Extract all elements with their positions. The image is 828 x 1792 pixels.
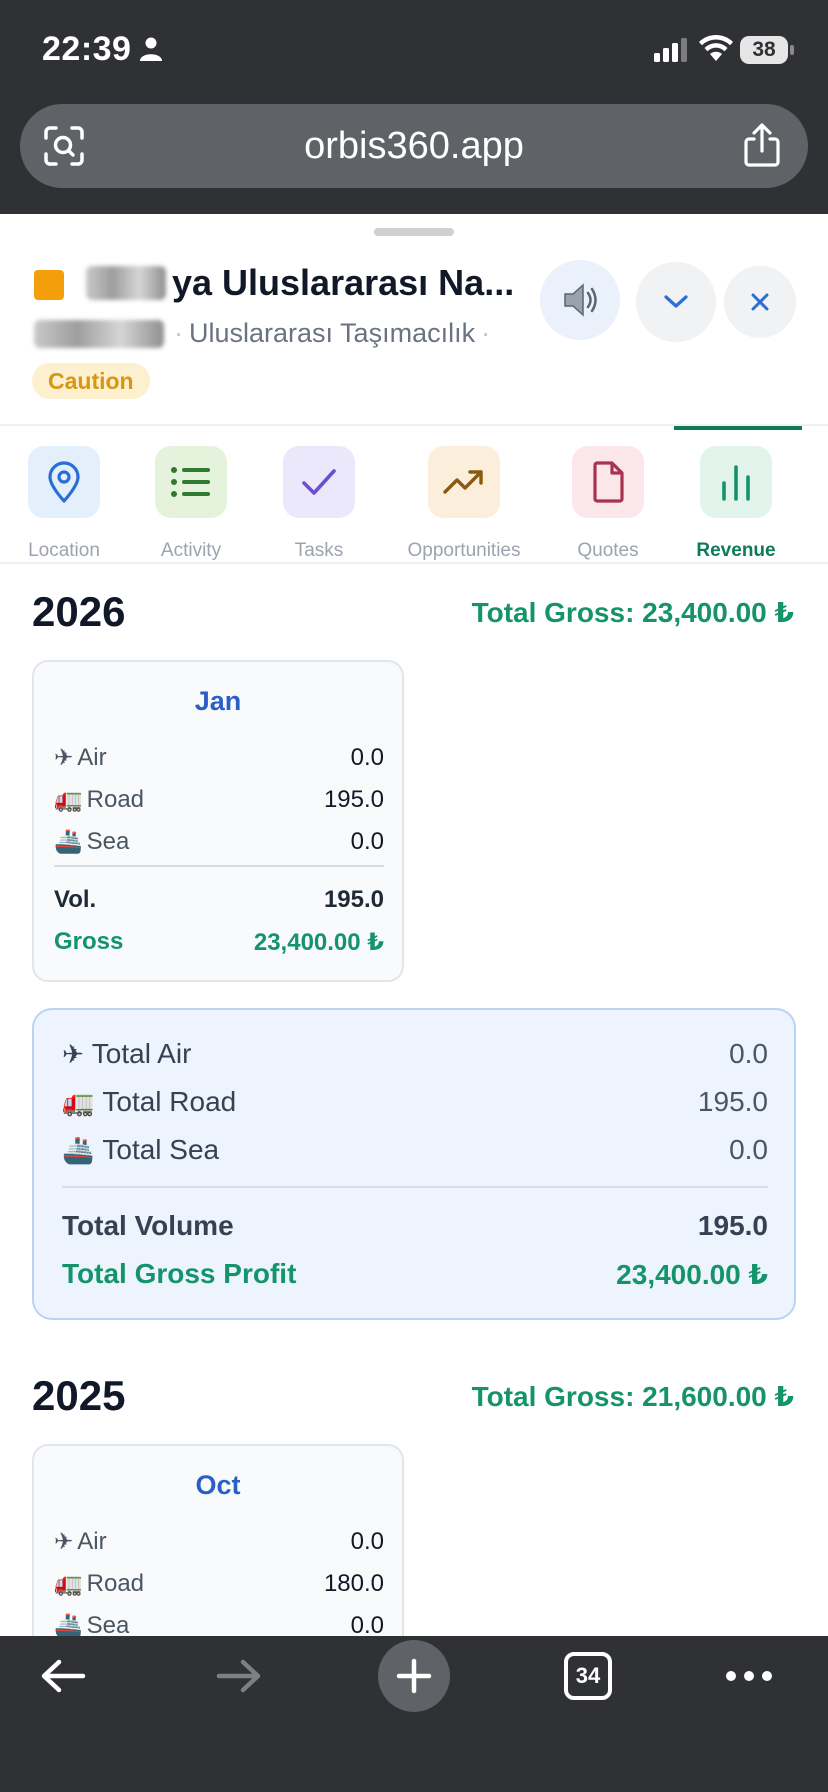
truck-icon: 🚛 [62, 1087, 95, 1117]
sheet-grabber[interactable] [374, 228, 454, 236]
more-dots-icon [726, 1671, 772, 1681]
battery-level: 38 [752, 38, 776, 61]
tab-label: Location [28, 540, 100, 561]
truck-icon: 🚛 [54, 786, 83, 812]
cellular-signal-icon [654, 38, 687, 62]
battery-icon: 38 [740, 36, 794, 64]
list-icon [171, 467, 210, 497]
share-icon[interactable] [740, 122, 784, 168]
airplane-icon: ✈ [62, 1039, 84, 1069]
month-volume-value: 195.0 [323, 886, 384, 913]
year-total-gross: Total Gross: 21,600.00 ₺ [471, 1381, 794, 1412]
close-button[interactable] [724, 266, 796, 338]
tabs-divider [0, 562, 828, 564]
year-title: 2026 [32, 588, 126, 635]
redacted-text [34, 320, 164, 348]
tab-label: Activity [160, 540, 222, 561]
trending-up-icon [443, 470, 483, 494]
back-button[interactable] [18, 1636, 108, 1716]
airplane-icon: ✈ [54, 744, 74, 770]
total-road-row: 🚛 Total Road 195.0 [62, 1086, 768, 1117]
truck-icon: 🚛 [54, 1570, 83, 1596]
chevron-down-icon [664, 295, 688, 308]
tab-label: Revenue [696, 540, 776, 561]
close-icon [751, 293, 769, 311]
priority-marker [34, 270, 64, 300]
airplane-icon: ✈ [54, 1528, 74, 1554]
tab-label: Quotes [577, 540, 639, 561]
arrow-right-icon [216, 1659, 261, 1693]
total-gross-value: 23,400.00 ₺ [616, 1259, 768, 1290]
month-card: Jan ✈ Air 0.0 🚛 Road 195.0 🚢 Sea 0.0 Vol. 1… [32, 660, 404, 982]
redacted-text [86, 266, 166, 300]
month-road-value: 195.0 [323, 786, 384, 813]
year-total-gross: Total Gross: 23,400.00 ₺ [471, 597, 794, 628]
speaker-button[interactable] [540, 260, 620, 340]
month-air-row: ✈ Air 0.0 [54, 1528, 384, 1555]
tabs-button[interactable]: 34 [564, 1652, 612, 1700]
month-road-value: 180.0 [323, 1570, 384, 1597]
new-tab-button[interactable] [378, 1640, 450, 1712]
month-sea-value: 0.0 [350, 1612, 384, 1636]
month-road-row: 🚛 Road 195.0 [54, 786, 384, 813]
speaker-icon [564, 283, 597, 317]
total-sea-row: 🚢 Total Sea 0.0 [62, 1134, 768, 1165]
month-air-value: 0.0 [350, 1528, 384, 1555]
month-name: Oct [195, 1470, 241, 1500]
month-air-row: ✈ Air 0.0 [54, 744, 384, 771]
ship-icon: 🚢 [54, 1612, 83, 1636]
browser-toolbar: 34 [0, 1636, 828, 1792]
month-volume-row: Vol. 195.0 [54, 886, 384, 913]
bar-chart-icon [722, 465, 750, 501]
ship-icon: 🚢 [62, 1135, 95, 1165]
total-sea-value: 0.0 [729, 1134, 768, 1165]
company-detail-sheet: ya Uluslararası Na... · Uluslararası Taşı… [0, 214, 828, 1636]
status-time: 22:39 [42, 30, 132, 68]
year-title: 2025 [32, 1372, 126, 1419]
total-air-row: ✈ Total Air 0.0 [62, 1038, 768, 1069]
wifi-icon [699, 34, 733, 61]
month-sea-row: 🚢 Sea 0.0 [54, 1612, 384, 1636]
active-tab-indicator [674, 426, 802, 430]
month-sea-row: 🚢 Sea 0.0 [54, 828, 384, 855]
total-gross-row: Total Gross Profit 23,400.00 ₺ [62, 1258, 768, 1290]
url-text[interactable]: orbis360.app [20, 104, 808, 188]
status-badge: Caution [32, 363, 150, 399]
total-volume-row: Total Volume 195.0 [62, 1210, 768, 1241]
location-pin-icon [48, 461, 80, 503]
month-air-value: 0.0 [350, 744, 384, 771]
document-icon [593, 461, 624, 503]
total-volume-value: 195.0 [697, 1210, 768, 1241]
tab-label: Opportunities [407, 540, 521, 561]
month-gross-value: 23,400.00 ₺ [253, 929, 384, 956]
total-road-value: 195.0 [697, 1086, 768, 1117]
arrow-left-icon [41, 1659, 86, 1693]
company-name: ya Uluslararası Na... [172, 262, 515, 303]
tabs-count: 34 [575, 1663, 601, 1688]
totals-divider [62, 1186, 768, 1188]
more-button[interactable] [704, 1636, 794, 1716]
month-divider [54, 865, 384, 867]
tab-label: Tasks [294, 540, 344, 561]
year-totals-card: ✈ Total Air 0.0 🚛 Total Road 195.0 🚢 Total … [32, 1008, 796, 1320]
month-card: Oct ✈ Air 0.0 🚛 Road 180.0 🚢 Sea 0.0 [32, 1444, 404, 1636]
person-icon [140, 37, 162, 61]
month-sea-value: 0.0 [350, 828, 384, 855]
month-name: Jan [194, 686, 242, 716]
forward-button[interactable] [194, 1636, 284, 1716]
month-gross-row: Gross 23,400.00 ₺ [54, 928, 384, 956]
total-air-value: 0.0 [729, 1038, 768, 1069]
expand-button[interactable] [636, 262, 716, 342]
check-icon [302, 469, 336, 495]
company-sector: Uluslararası Taşımacılık [189, 318, 476, 348]
ship-icon: 🚢 [54, 828, 83, 854]
plus-icon [396, 1658, 432, 1694]
status-bar: 22:39 38 [0, 0, 828, 100]
address-bar[interactable]: orbis360.app [20, 104, 808, 188]
month-road-row: 🚛 Road 180.0 [54, 1570, 384, 1597]
